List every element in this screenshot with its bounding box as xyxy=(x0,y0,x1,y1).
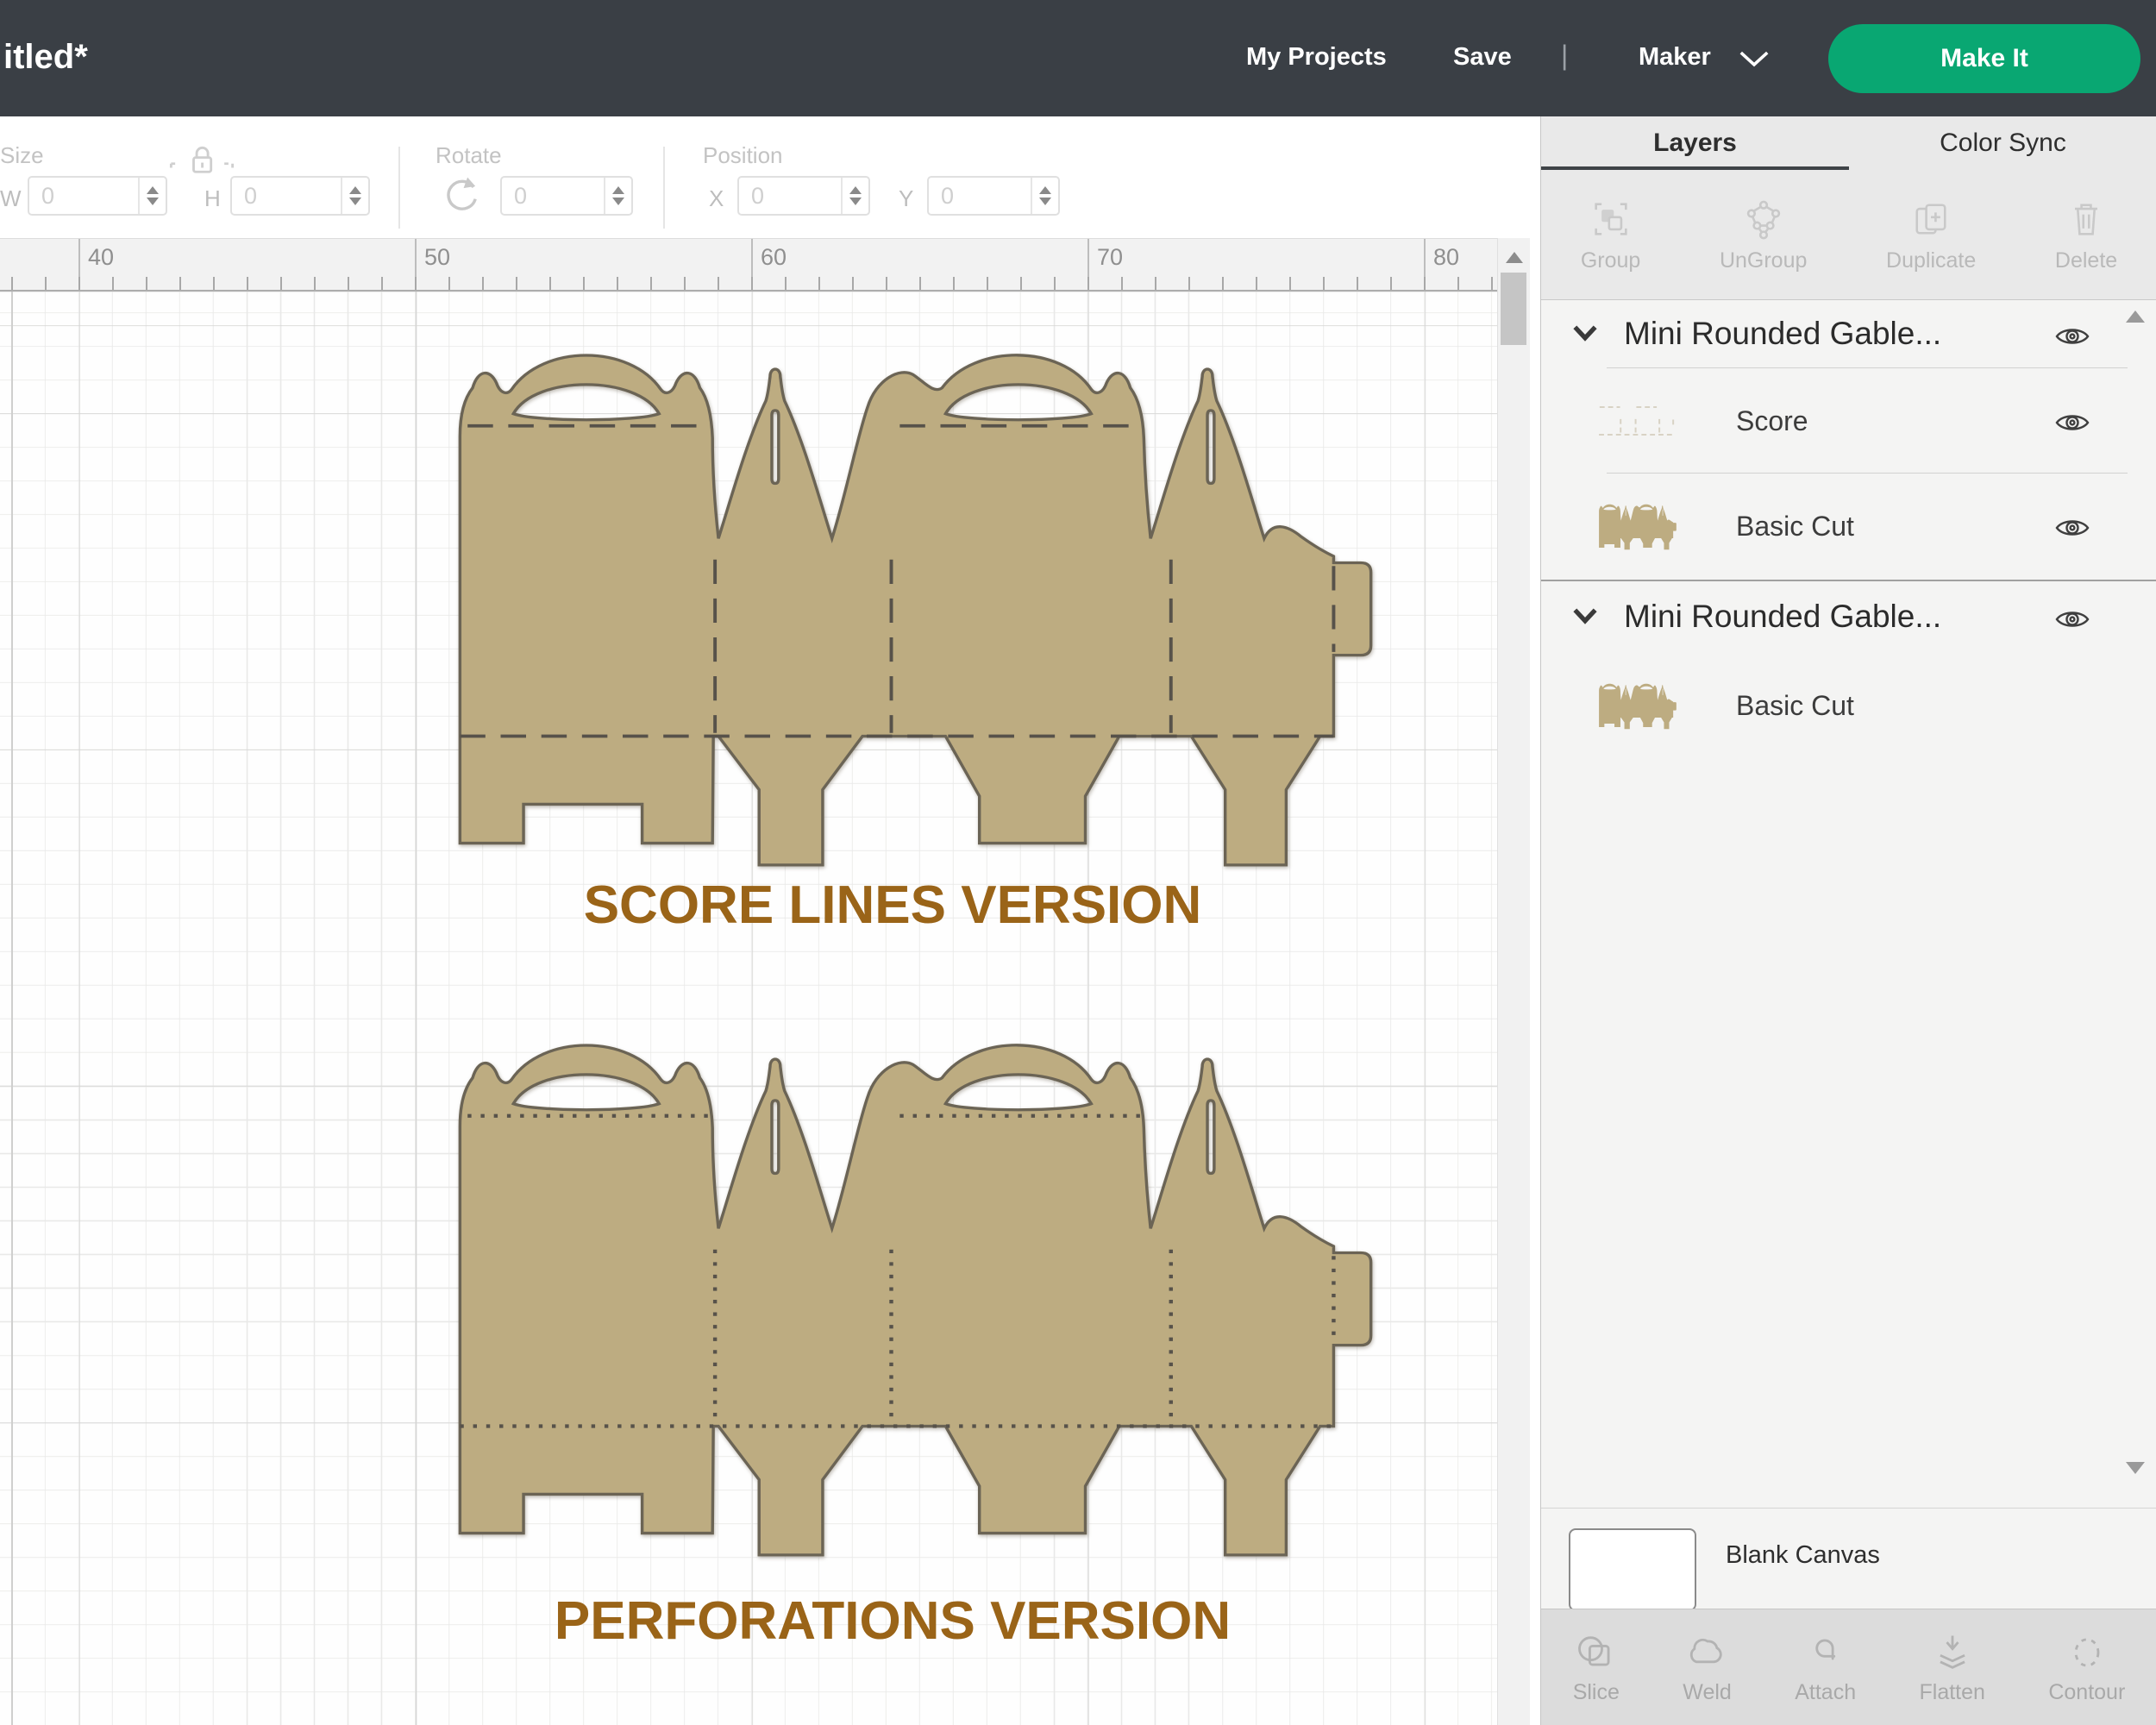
boolean-actions-bar: Slice Weld Attach Flatten Contour xyxy=(1541,1609,2156,1725)
scrollbar-thumb[interactable] xyxy=(1501,273,1526,345)
ruler-label: 50 xyxy=(424,244,451,270)
group-icon xyxy=(1594,202,1627,235)
make-it-button[interactable]: Make It xyxy=(1828,24,2140,93)
toolbar-divider xyxy=(398,147,400,229)
x-stepper[interactable] xyxy=(841,178,868,214)
rotate-input[interactable]: 0 xyxy=(500,176,633,216)
x-input[interactable]: 0 xyxy=(737,176,870,216)
canvas-edge-line xyxy=(11,292,13,1725)
project-title: itled* xyxy=(3,38,88,76)
contour-icon xyxy=(2074,1637,2100,1667)
header-divider: | xyxy=(1561,40,1569,71)
blank-canvas-label: Blank Canvas xyxy=(1726,1541,1880,1569)
canvas-vertical-scrollbar[interactable] xyxy=(1497,238,1530,1725)
height-stepper[interactable] xyxy=(341,178,368,214)
ruler-minor-ticks xyxy=(0,277,1497,290)
layer-label[interactable]: Score xyxy=(1736,405,1808,437)
chevron-down-icon[interactable] xyxy=(1572,607,1598,624)
panel-scroll-up-icon[interactable] xyxy=(2126,310,2145,323)
duplicate-button[interactable]: Duplicate xyxy=(1886,197,1976,273)
tab-color-sync[interactable]: Color Sync xyxy=(1849,116,2156,170)
toolbar-divider xyxy=(663,147,665,229)
layer-actions-bar: Group UnGroup Duplicate Delete xyxy=(1541,170,2156,300)
layer-group-title[interactable]: Mini Rounded Gable... xyxy=(1624,599,1941,635)
slice-icon xyxy=(1577,1635,1610,1665)
my-projects-link[interactable]: My Projects xyxy=(1246,43,1387,72)
eye-icon[interactable] xyxy=(2055,411,2090,435)
layers-panel: Layers Color Sync Group UnGroup Duplicat… xyxy=(1540,116,2156,1725)
duplicate-icon xyxy=(1915,203,1946,235)
flatten-button[interactable]: Flatten xyxy=(1920,1630,1985,1705)
height-input[interactable]: 0 xyxy=(230,176,370,216)
delete-icon xyxy=(2075,203,2098,235)
eye-icon[interactable] xyxy=(2055,516,2090,540)
row-divider xyxy=(1607,367,2128,368)
width-label: W xyxy=(0,185,22,211)
layer-row-basic-cut[interactable]: Basic Cut xyxy=(1541,654,2156,759)
panel-scroll-down-icon[interactable] xyxy=(2126,1462,2145,1474)
ungroup-button[interactable]: UnGroup xyxy=(1720,197,1807,273)
row-divider xyxy=(1607,473,2128,474)
save-link[interactable]: Save xyxy=(1453,43,1512,72)
position-section-label: Position xyxy=(703,142,783,168)
delete-button[interactable]: Delete xyxy=(2055,197,2117,273)
score-version-caption[interactable]: SCORE LINES VERSION xyxy=(448,875,1337,936)
blank-canvas-thumbnail[interactable] xyxy=(1569,1528,1696,1611)
tab-layers[interactable]: Layers xyxy=(1541,116,1849,170)
ruler-label: 40 xyxy=(88,244,115,270)
machine-selector[interactable]: Maker xyxy=(1639,43,1711,72)
ruler-label: 60 xyxy=(761,244,787,270)
perforations-version-caption[interactable]: PERFORATIONS VERSION xyxy=(448,1590,1337,1652)
layer-group-header[interactable]: Mini Rounded Gable... xyxy=(1541,581,2156,654)
attach-icon xyxy=(1814,1639,1835,1659)
cut-layer-thumbnail xyxy=(1599,504,1677,550)
scroll-up-icon[interactable] xyxy=(1506,252,1523,263)
eye-icon[interactable] xyxy=(2055,324,2090,348)
ruler-label: 80 xyxy=(1433,244,1460,270)
layer-row-score[interactable]: Score xyxy=(1541,369,2156,476)
size-section-label: Size xyxy=(0,142,44,168)
chevron-down-icon[interactable] xyxy=(1739,50,1770,67)
cut-layer-thumbnail xyxy=(1599,683,1677,730)
gable-box-score-version[interactable] xyxy=(429,342,1403,877)
y-stepper[interactable] xyxy=(1031,178,1058,214)
width-stepper[interactable] xyxy=(138,178,166,214)
cricut-design-space: itled* My Projects Save | Maker Make It … xyxy=(0,0,2156,1725)
gable-box-perforations-version[interactable] xyxy=(429,1032,1403,1567)
header-bar: itled* My Projects Save | Maker Make It xyxy=(0,0,2156,116)
eye-icon[interactable] xyxy=(2055,607,2090,631)
flatten-icon xyxy=(1940,1635,1965,1669)
ungroup-icon xyxy=(1746,200,1780,240)
score-layer-thumbnail xyxy=(1598,406,1675,436)
blank-canvas-row[interactable]: Blank Canvas xyxy=(1541,1508,2156,1611)
x-label: X xyxy=(709,185,724,211)
rotate-icon[interactable] xyxy=(438,173,481,215)
attach-button[interactable]: Attach xyxy=(1795,1630,1856,1705)
weld-button[interactable]: Weld xyxy=(1683,1630,1732,1705)
height-label: H xyxy=(204,185,221,211)
edit-toolbar: Size W 0 H 0 Rotate 0 Position X 0 Y 0 xyxy=(0,116,1540,238)
y-input[interactable]: 0 xyxy=(927,176,1060,216)
layer-label[interactable]: Basic Cut xyxy=(1736,690,1854,722)
layer-group-title[interactable]: Mini Rounded Gable... xyxy=(1624,316,1941,352)
layer-row-basic-cut[interactable]: Basic Cut xyxy=(1541,476,2156,580)
lock-icon[interactable] xyxy=(169,141,235,179)
slice-button[interactable]: Slice xyxy=(1573,1630,1620,1705)
rotate-stepper[interactable] xyxy=(604,178,631,214)
y-label: Y xyxy=(899,185,914,211)
group-button[interactable]: Group xyxy=(1581,197,1640,273)
ruler-label: 70 xyxy=(1097,244,1124,270)
design-canvas[interactable]: SCORE LINES VERSION PERFORATIONS VERSION xyxy=(0,292,1497,1725)
width-input[interactable]: 0 xyxy=(28,176,167,216)
rotate-section-label: Rotate xyxy=(436,142,502,168)
horizontal-ruler: 40 50 60 70 80 xyxy=(0,238,1497,292)
chevron-down-icon[interactable] xyxy=(1572,324,1598,342)
contour-button[interactable]: Contour xyxy=(2048,1630,2125,1705)
weld-icon xyxy=(1689,1638,1722,1663)
layer-label[interactable]: Basic Cut xyxy=(1736,511,1854,543)
panel-tabs: Layers Color Sync xyxy=(1541,116,2156,170)
layer-group-header[interactable]: Mini Rounded Gable... xyxy=(1541,302,2156,369)
